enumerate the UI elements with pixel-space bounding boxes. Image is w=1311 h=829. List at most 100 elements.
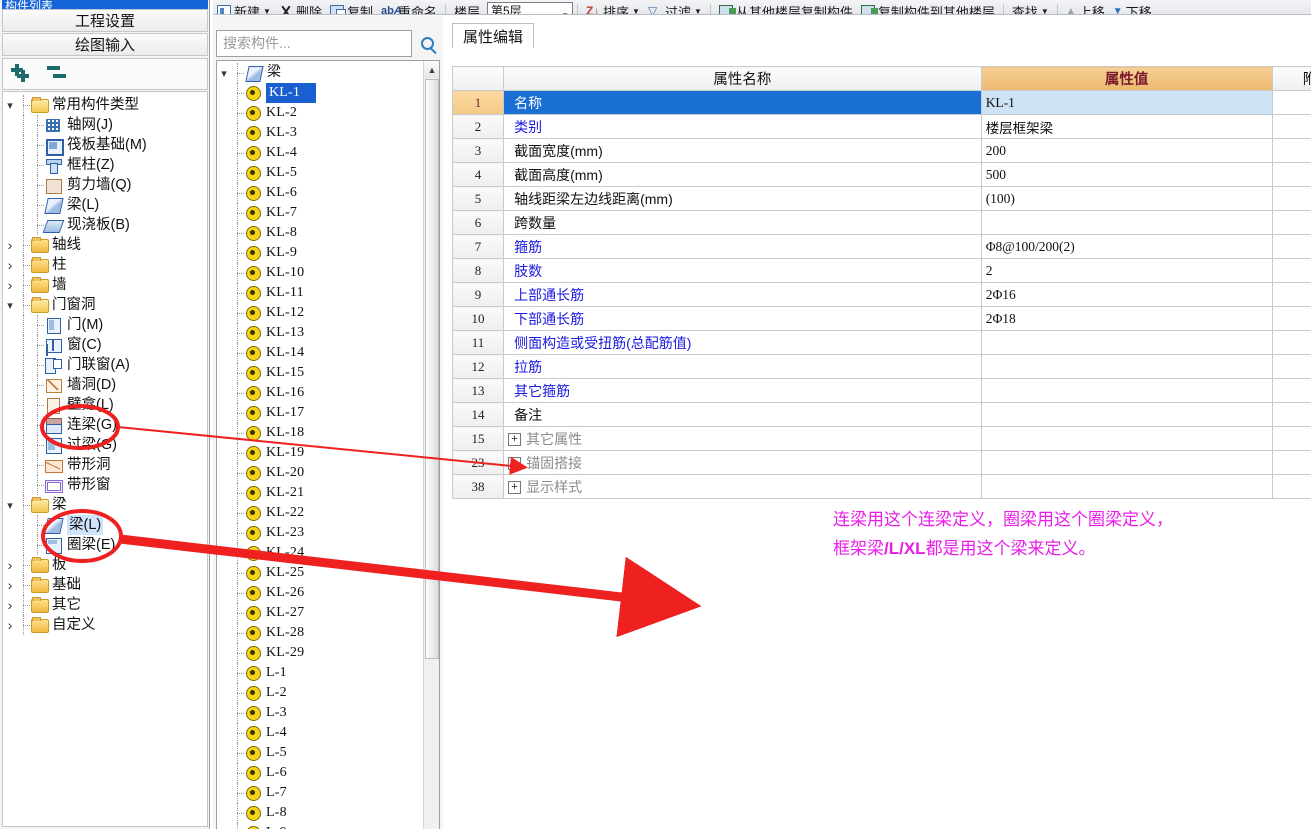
property-value-cell[interactable]: 2Φ16 [980, 282, 1273, 307]
scrollbar-thumb[interactable] [425, 79, 439, 659]
table-row[interactable]: 8 肢数 2 [451, 258, 1311, 283]
property-attach-cell[interactable] [1271, 114, 1311, 139]
toolbar-move-down-button[interactable]: ▼ 下移 [1109, 0, 1156, 15]
chevron-down-icon[interactable] [3, 99, 17, 112]
list-item[interactable]: KL-11 [217, 283, 423, 303]
toolbar-copy-button[interactable]: 复制 [326, 0, 377, 14]
table-row[interactable]: 14 备注 [451, 402, 1311, 427]
property-attach-cell[interactable] [1271, 258, 1311, 283]
table-row[interactable]: 38 + 显示样式 [451, 474, 1311, 499]
list-item[interactable]: KL-6 [217, 183, 423, 203]
list-item[interactable]: L-3 [217, 703, 423, 723]
tree-item-门m[interactable]: 门(M) [3, 315, 207, 335]
property-value-cell[interactable] [980, 210, 1273, 235]
list-item[interactable]: L-5 [217, 743, 423, 763]
tree-item-梁l[interactable]: 梁(L) [3, 195, 207, 215]
tree-item-框柱z[interactable]: 框柱(Z) [3, 155, 207, 175]
toolbar-delete-button[interactable]: 删除 [275, 0, 326, 15]
property-value-cell[interactable] [980, 354, 1273, 379]
tree-item-梁[interactable]: 梁 [3, 495, 207, 515]
tree-item-自定义[interactable]: 自定义 [3, 615, 207, 635]
list-item[interactable]: L-7 [217, 783, 423, 803]
tree-item-现浇板b[interactable]: 现浇板(B) [3, 215, 207, 235]
scroll-up-icon[interactable]: ▲ [424, 61, 439, 78]
property-attach-cell[interactable] [1271, 354, 1311, 379]
list-item[interactable]: L-2 [217, 683, 423, 703]
table-row[interactable]: 13 其它箍筋 [451, 378, 1311, 403]
list-item[interactable]: KL-27 [217, 603, 423, 623]
list-item[interactable]: KL-4 [217, 143, 423, 163]
property-name-cell[interactable]: 类别 [503, 114, 982, 139]
table-row[interactable]: 9 上部通长筋 2Φ16 [451, 282, 1311, 307]
list-item[interactable]: KL-23 [217, 523, 423, 543]
property-attach-cell[interactable] [1271, 90, 1311, 115]
list-item[interactable]: L-8 [217, 803, 423, 823]
list-item[interactable]: KL-25 [217, 563, 423, 583]
tree-item-连梁g[interactable]: 连梁(G) [3, 415, 207, 435]
property-value-cell[interactable] [980, 378, 1273, 403]
property-attach-cell[interactable] [1271, 378, 1311, 403]
property-value-cell[interactable] [980, 330, 1273, 355]
list-item[interactable]: KL-19 [217, 443, 423, 463]
list-item[interactable]: KL-13 [217, 323, 423, 343]
remove-component-icon[interactable] [47, 64, 71, 84]
toolbar-filter-button[interactable]: ▽ 过滤 ▼ [644, 0, 706, 14]
property-name-cell[interactable]: + 显示样式 [503, 474, 982, 499]
property-attach-cell[interactable] [1271, 426, 1311, 451]
chevron-right-icon[interactable] [3, 617, 17, 633]
toolbar-copy-from-floor-button[interactable]: 从其他楼层复制构件 [715, 0, 857, 14]
property-name-cell[interactable]: + 锚固搭接 [503, 450, 982, 475]
chevron-right-icon[interactable] [3, 277, 17, 293]
list-item[interactable]: KL-21 [217, 483, 423, 503]
toolbar-copy-to-floor-button[interactable]: 复制构件到其他楼层 [857, 0, 999, 14]
list-item[interactable]: KL-18 [217, 423, 423, 443]
tree-item-剪力墙q[interactable]: 剪力墙(Q) [3, 175, 207, 195]
property-attach-cell[interactable] [1271, 210, 1311, 235]
chevron-down-icon[interactable] [3, 299, 17, 312]
property-name-cell[interactable]: 备注 [503, 402, 982, 427]
component-list-items[interactable]: 梁 KL-1 KL-2 KL-3 KL-4 KL-5 KL-6 KL-7 KL-8 KL-9 KL-… [217, 63, 423, 829]
list-item[interactable]: KL-20 [217, 463, 423, 483]
property-attach-cell[interactable] [1271, 162, 1311, 187]
property-name-cell[interactable]: 拉筋 [503, 354, 982, 379]
chevron-right-icon[interactable] [3, 597, 17, 613]
tree-item-带形洞[interactable]: 带形洞 [3, 455, 207, 475]
component-type-tree[interactable]: 常用构件类型轴网(J) 筏板基础(M) 框柱(Z) 剪力墙(Q) 梁(L) 现浇板(B) 轴… [2, 91, 208, 827]
property-attach-cell[interactable] [1271, 282, 1311, 307]
table-row[interactable]: 11 侧面构造或受扭筋(总配筋值) [451, 330, 1311, 355]
tree-item-筏板基础m[interactable]: 筏板基础(M) [3, 135, 207, 156]
list-item[interactable]: KL-9 [217, 243, 423, 263]
chevron-down-icon[interactable] [3, 499, 17, 512]
property-name-cell[interactable]: 侧面构造或受扭筋(总配筋值) [503, 330, 982, 355]
tree-item-其它[interactable]: 其它 [3, 595, 207, 615]
list-item[interactable]: L-4 [217, 723, 423, 743]
tab-property-edit[interactable]: 属性编辑 [452, 23, 535, 48]
tree-item-墙洞d[interactable]: 墙洞(D) [3, 375, 207, 395]
tree-item-门窗洞[interactable]: 门窗洞 [3, 295, 207, 315]
property-value-cell[interactable]: Φ8@100/200(2) [980, 234, 1273, 259]
list-item[interactable]: KL-8 [217, 223, 423, 243]
sidebar-tab-drawing-input[interactable]: 绘图输入 [2, 33, 208, 56]
table-row[interactable]: 7 箍筋 Φ8@100/200(2) [451, 234, 1311, 259]
table-row[interactable]: 6 跨数量 [451, 210, 1311, 235]
property-value-cell[interactable]: 200 [980, 138, 1273, 163]
tree-item-过梁g[interactable]: 过梁(G) [3, 435, 207, 455]
property-value-cell[interactable] [980, 474, 1273, 499]
list-item[interactable]: KL-7 [217, 203, 423, 223]
component-list-scrollbar[interactable]: ▲ [423, 61, 439, 829]
list-item[interactable]: KL-15 [217, 363, 423, 383]
list-item[interactable]: KL-22 [217, 503, 423, 523]
list-item[interactable]: KL-14 [217, 343, 423, 363]
property-value-cell[interactable]: (100) [980, 186, 1273, 211]
tree-item-柱[interactable]: 柱 [3, 255, 207, 275]
list-item[interactable]: KL-3 [217, 123, 423, 143]
list-item[interactable]: KL-24 [217, 543, 423, 563]
sidebar-tab-project-settings[interactable]: 工程设置 [2, 9, 208, 32]
property-name-cell[interactable]: 截面高度(mm) [503, 162, 982, 187]
list-item[interactable]: L-1 [217, 663, 423, 683]
property-name-cell[interactable]: 名称 [503, 90, 982, 115]
list-item[interactable]: KL-12 [217, 303, 423, 323]
list-item[interactable]: KL-5 [217, 163, 423, 183]
list-item[interactable]: KL-29 [217, 643, 423, 663]
property-value-cell[interactable]: KL-1 [980, 90, 1273, 115]
